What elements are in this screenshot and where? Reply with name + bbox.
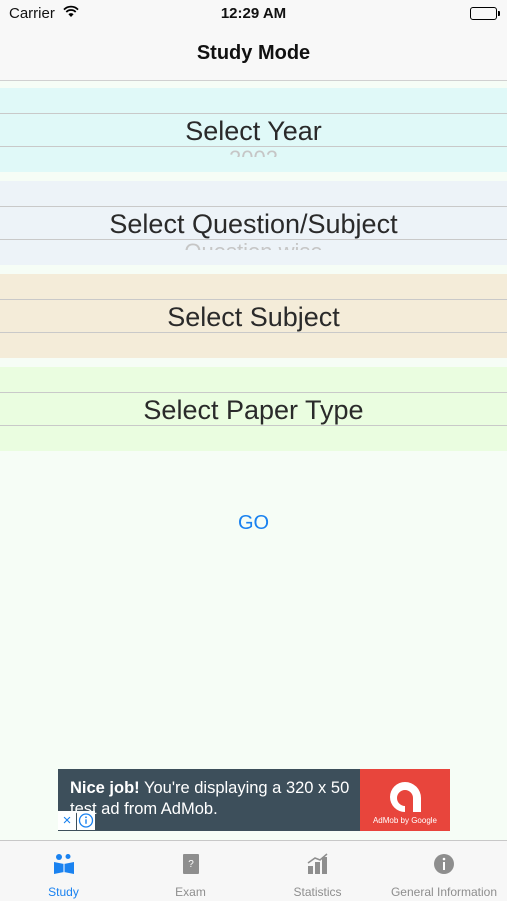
- paper-type-picker-label: Select Paper Type: [143, 395, 364, 425]
- status-bar: Carrier 12:29 AM: [0, 0, 507, 28]
- navigation-bar: Study Mode: [0, 28, 507, 81]
- tab-statistics-label: Statistics: [293, 885, 342, 899]
- tab-statistics[interactable]: Statistics: [254, 841, 381, 901]
- question-next-option: Question wise: [0, 240, 507, 250]
- go-button[interactable]: GO: [0, 512, 507, 535]
- admob-logo: AdMob by Google: [360, 769, 450, 831]
- tab-study-label: Study: [48, 885, 79, 899]
- year-picker-label: Select Year: [185, 116, 322, 146]
- subject-picker-label: Select Subject: [167, 302, 340, 332]
- question-subject-picker[interactable]: Select Question/Subject Question wise: [0, 181, 507, 265]
- tab-general-information[interactable]: General Information: [381, 841, 507, 901]
- ad-text: Nice job! You're displaying a 320 x 50 t…: [70, 778, 360, 820]
- info-icon: [432, 852, 456, 876]
- ad-close-icon[interactable]: ×: [58, 811, 76, 830]
- question-picker-label: Select Question/Subject: [109, 209, 398, 239]
- picker-divider: [0, 392, 507, 393]
- battery-icon: [470, 7, 500, 20]
- admob-logo-text: AdMob by Google: [372, 816, 438, 825]
- svg-text:?: ?: [188, 859, 194, 870]
- picker-divider: [0, 206, 507, 207]
- statistics-icon: [306, 852, 330, 876]
- study-icon: [52, 852, 76, 876]
- tab-bar: Study ? Exam Statistics General Informat…: [0, 840, 507, 901]
- tab-exam[interactable]: ? Exam: [127, 841, 254, 901]
- ad-info-icon[interactable]: [77, 811, 95, 830]
- tab-general-information-label: General Information: [390, 885, 498, 899]
- picker-divider: [0, 113, 507, 114]
- tab-study[interactable]: Study: [0, 841, 127, 901]
- year-picker[interactable]: Select Year 2002: [0, 88, 507, 172]
- subject-picker[interactable]: Select Subject: [0, 274, 507, 358]
- exam-icon: ?: [179, 852, 203, 876]
- admob-mark-icon: [390, 782, 421, 812]
- tab-exam-label: Exam: [175, 885, 206, 899]
- year-next-option: 2002: [0, 147, 507, 157]
- page-title: Study Mode: [196, 42, 311, 64]
- picker-divider: [0, 299, 507, 300]
- paper-type-picker[interactable]: Select Paper Type: [0, 367, 507, 451]
- ad-banner[interactable]: Nice job! You're displaying a 320 x 50 t…: [58, 769, 450, 831]
- clock: 12:29 AM: [220, 5, 287, 22]
- ad-bold-text: Nice job!: [70, 779, 140, 797]
